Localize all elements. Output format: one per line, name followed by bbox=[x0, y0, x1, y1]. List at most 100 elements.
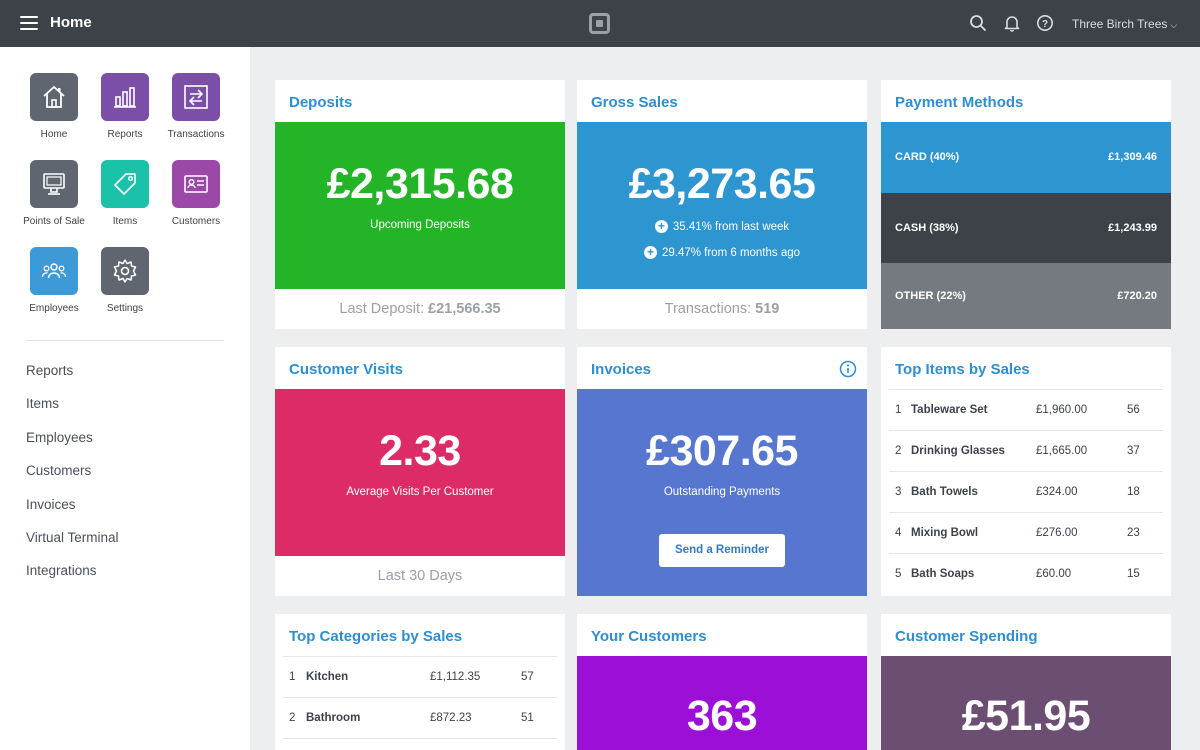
top-items-card[interactable]: Top Items by Sales 1 Tableware Set £1,960.… bbox=[881, 347, 1171, 596]
app-settings[interactable]: Settings bbox=[85, 247, 165, 314]
home-icon bbox=[43, 86, 65, 108]
app-home[interactable]: Home bbox=[14, 73, 94, 140]
chevron-down-icon: ⌵ bbox=[1170, 20, 1178, 30]
app-points-of-sale[interactable]: Points of Sale bbox=[14, 160, 94, 227]
table-row[interactable]: 2 Bathroom £872.23 51 bbox=[283, 698, 557, 739]
visits-footer: Last 30 Days bbox=[377, 568, 463, 584]
deposits-card[interactable]: Deposits £2,315.68 Upcoming Deposits Las… bbox=[275, 80, 565, 329]
invoices-card[interactable]: Invoices £307.65 Outstanding Payments Se… bbox=[577, 347, 867, 596]
sidebar-item-items[interactable]: Items bbox=[26, 394, 119, 427]
payment-methods-card[interactable]: Payment Methods CARD (40%) £1,309.46 CASH… bbox=[881, 80, 1171, 329]
row-amount: £1,112.35 bbox=[430, 671, 481, 683]
invoices-amount: £307.65 bbox=[646, 427, 798, 475]
card-title: Your Customers bbox=[591, 628, 707, 645]
customer-spending-hero: £51.95 bbox=[881, 656, 1171, 750]
search-icon[interactable] bbox=[969, 14, 987, 32]
card-title: Top Categories by Sales bbox=[289, 628, 463, 645]
sidebar-item-invoices[interactable]: Invoices bbox=[26, 495, 119, 528]
payment-row-card: CARD (40%) £1,309.46 bbox=[881, 122, 1171, 193]
send-reminder-button[interactable]: Send a Reminder bbox=[659, 534, 785, 567]
row-qty: 57 bbox=[521, 671, 534, 683]
row-rank: 1 bbox=[895, 404, 902, 416]
table-row[interactable]: 1 Kitchen £1,112.35 57 bbox=[283, 657, 557, 698]
sidebar-item-customers[interactable]: Customers bbox=[26, 461, 119, 494]
sidebar-nav: Reports Items Employees Customers Invoic… bbox=[26, 361, 119, 595]
gross-sales-hero: £3,273.65 +35.41% from last week +29.47%… bbox=[577, 122, 867, 289]
app-settings-tile bbox=[101, 247, 149, 295]
app-employees-tile bbox=[30, 247, 78, 295]
stat-week: +35.41% from last week bbox=[577, 220, 867, 233]
square-logo-icon[interactable] bbox=[589, 13, 610, 34]
spending-amount: £51.95 bbox=[961, 692, 1091, 740]
row-amount: £60.00 bbox=[1036, 568, 1072, 580]
app-home-tile bbox=[30, 73, 78, 121]
bar-chart-icon bbox=[114, 87, 136, 108]
stat-week-text: 35.41% from last week bbox=[672, 220, 790, 233]
app-items[interactable]: Items bbox=[85, 160, 165, 227]
gear-icon bbox=[113, 259, 137, 283]
row-rank: 1 bbox=[289, 671, 296, 683]
row-qty: 18 bbox=[1127, 486, 1140, 498]
payment-label: CARD (40%) bbox=[895, 151, 960, 164]
bell-icon[interactable] bbox=[1003, 14, 1021, 32]
card-title: Payment Methods bbox=[895, 94, 1024, 111]
app-employees[interactable]: Employees bbox=[14, 247, 94, 314]
gross-sales-footer: Transactions: 519 bbox=[577, 289, 867, 329]
card-title: Customer Visits bbox=[289, 361, 403, 378]
app-label: Settings bbox=[106, 303, 144, 314]
sidebar-item-reports[interactable]: Reports bbox=[26, 361, 119, 394]
customer-spending-card[interactable]: Customer Spending £51.95 bbox=[881, 614, 1171, 750]
stat-six-months: +29.47% from 6 months ago bbox=[577, 246, 867, 259]
payment-value: £720.20 bbox=[1117, 290, 1157, 303]
your-customers-card[interactable]: Your Customers 363 bbox=[577, 614, 867, 750]
transactions-value: 519 bbox=[755, 301, 780, 317]
payment-label: CASH (38%) bbox=[895, 221, 959, 234]
card-title: Invoices bbox=[577, 347, 867, 389]
customer-visits-card[interactable]: Customer Visits 2.33 Average Visits Per … bbox=[275, 347, 565, 596]
your-customers-hero: 363 bbox=[577, 656, 867, 750]
card-title: Top Items by Sales bbox=[895, 361, 1030, 378]
card-title: Gross Sales bbox=[591, 94, 678, 111]
sidebar-item-integrations[interactable]: Integrations bbox=[26, 561, 119, 594]
merchant-name: Three Birch Trees bbox=[1072, 17, 1168, 31]
table-row[interactable]: 2 Drinking Glasses £1,665.00 37 bbox=[889, 431, 1163, 472]
app-transactions[interactable]: Transactions bbox=[156, 73, 236, 140]
payment-methods-bars: CARD (40%) £1,309.46 CASH (38%) £1,243.99 … bbox=[881, 122, 1171, 329]
help-icon[interactable]: ? bbox=[1036, 14, 1054, 32]
app-customers-tile bbox=[172, 160, 220, 208]
row-name: Kitchen bbox=[306, 671, 349, 683]
last-deposit-label: Last Deposit: bbox=[339, 301, 425, 317]
app-reports[interactable]: Reports bbox=[85, 73, 165, 140]
app-customers[interactable]: Customers bbox=[156, 160, 236, 227]
transactions-label: Transactions: bbox=[664, 301, 752, 317]
app-points-of-sale-tile bbox=[30, 160, 78, 208]
hamburger-menu-icon[interactable] bbox=[20, 16, 38, 30]
row-amount: £1,960.00 bbox=[1036, 404, 1088, 416]
gross-sales-card[interactable]: Gross Sales £3,273.65 +35.41% from last … bbox=[577, 80, 867, 329]
table-row[interactable]: 3 Bath Towels £324.00 18 bbox=[889, 472, 1163, 513]
table-row[interactable]: 4 Mixing Bowl £276.00 23 bbox=[889, 513, 1163, 554]
plus-circle-icon: + bbox=[643, 246, 657, 259]
sidebar-item-employees[interactable]: Employees bbox=[26, 428, 119, 461]
visits-amount: 2.33 bbox=[379, 427, 461, 475]
table-row[interactable]: 1 Tableware Set £1,960.00 56 bbox=[889, 390, 1163, 431]
sidebar-item-virtual-terminal[interactable]: Virtual Terminal bbox=[26, 528, 119, 561]
top-categories-card[interactable]: Top Categories by Sales 1 Kitchen £1,112.3… bbox=[275, 614, 565, 750]
info-icon[interactable] bbox=[839, 360, 857, 378]
app-label: Home bbox=[40, 129, 68, 140]
table-row[interactable]: 5 Bath Soaps £60.00 15 bbox=[889, 554, 1163, 595]
row-rank: 3 bbox=[895, 486, 902, 498]
app-label: Points of Sale bbox=[23, 216, 85, 227]
top-categories-table: 1 Kitchen £1,112.35 57 2 Bathroom £872.23 51 bbox=[283, 656, 557, 739]
row-amount: £872.23 bbox=[430, 712, 472, 724]
customer-visits-hero: 2.33 Average Visits Per Customer bbox=[275, 389, 565, 556]
tag-icon bbox=[114, 173, 136, 195]
row-name: Mixing Bowl bbox=[911, 527, 979, 539]
row-name: Bath Soaps bbox=[911, 568, 975, 580]
app-items-tile bbox=[101, 160, 149, 208]
people-icon bbox=[41, 263, 67, 279]
app-transactions-tile bbox=[172, 73, 220, 121]
card-title: Customer Spending bbox=[895, 628, 1038, 645]
payment-value: £1,309.46 bbox=[1108, 151, 1157, 164]
merchant-switcher[interactable]: Three Birch Trees ⌵ bbox=[1072, 17, 1177, 31]
